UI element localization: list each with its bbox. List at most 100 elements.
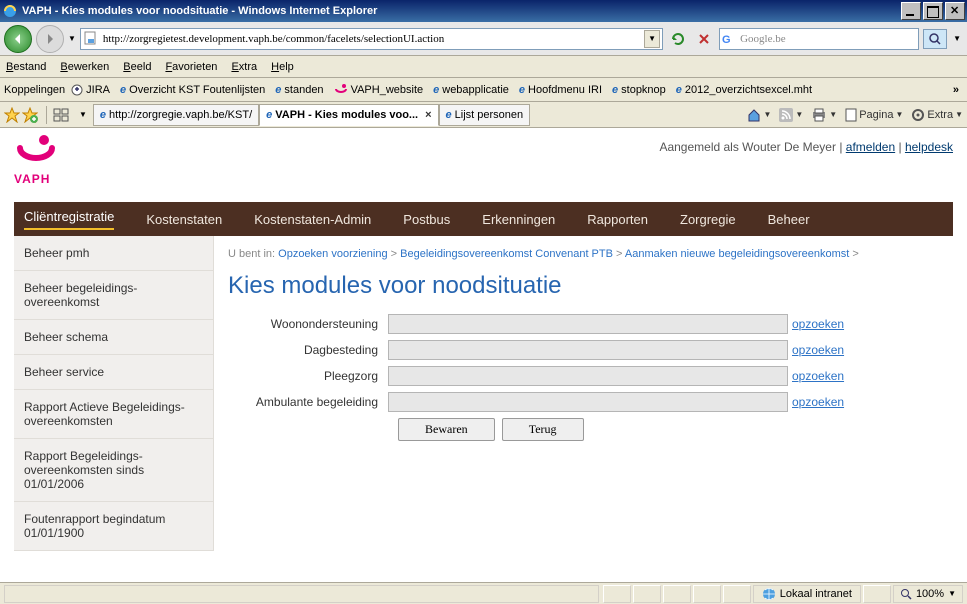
add-favorite-icon[interactable]: [22, 107, 38, 123]
link-2012-overzichtsexcel-mht[interactable]: e2012_overzichtsexcel.mht: [676, 84, 812, 96]
link-overzicht-kst-foutenlijsten[interactable]: eOverzicht KST Foutenlijsten: [120, 84, 265, 96]
security-zone[interactable]: Lokaal intranet: [753, 585, 861, 603]
sidebar-item-2[interactable]: Beheer schema: [14, 320, 213, 355]
intranet-icon: [762, 587, 776, 601]
refresh-button[interactable]: [667, 28, 689, 50]
links-toolbar: Koppelingen JIRAeOverzicht KST Foutenlij…: [0, 78, 967, 102]
menu-help[interactable]: Help: [271, 61, 294, 73]
lookup-link-1[interactable]: opzoeken: [792, 343, 844, 357]
ie-icon: [2, 3, 18, 19]
stop-button[interactable]: [693, 28, 715, 50]
search-box[interactable]: G: [719, 28, 919, 50]
vaph-icon: [334, 84, 348, 96]
field-input-1[interactable]: [388, 340, 788, 360]
menu-favorieten[interactable]: Favorieten: [165, 61, 217, 73]
field-label-3: Ambulante begeleiding: [228, 395, 388, 409]
print-button[interactable]: ▼: [811, 108, 837, 122]
lookup-link-0[interactable]: opzoeken: [792, 317, 844, 331]
minimize-button[interactable]: [901, 2, 921, 20]
quick-tabs-dropdown[interactable]: ▼: [75, 110, 91, 119]
sidebar-item-6[interactable]: Foutenrapport begindatum 01/01/1900: [14, 502, 213, 551]
links-overflow[interactable]: »: [949, 84, 963, 96]
forward-button[interactable]: [36, 25, 64, 53]
nav-rapporten[interactable]: Rapporten: [587, 212, 648, 227]
main-nav: Cliëntregistratie Kostenstaten Kostenstate…: [14, 202, 953, 236]
search-dropdown[interactable]: ▼: [951, 34, 963, 43]
field-input-3[interactable]: [388, 392, 788, 412]
restore-button[interactable]: [923, 2, 943, 20]
search-input[interactable]: [736, 33, 918, 45]
menu-extra[interactable]: Extra: [231, 61, 257, 73]
nav-cliëntregistratie[interactable]: Cliëntregistratie: [24, 209, 114, 230]
page-icon: [83, 31, 99, 47]
menu-beeld[interactable]: Beeld: [123, 61, 151, 73]
nav-zorgregie[interactable]: Zorgregie: [680, 212, 736, 227]
tab-0[interactable]: ehttp://zorgregie.vaph.be/KST/: [93, 104, 259, 126]
favorites-star-icon[interactable]: [4, 107, 20, 123]
feeds-button[interactable]: ▼: [779, 108, 803, 122]
tab-bar: ▼ ehttp://zorgregie.vaph.be/KST/eVAPH - …: [0, 102, 967, 128]
field-input-0[interactable]: [388, 314, 788, 334]
breadcrumb: U bent in: Opzoeken voorziening > Begele…: [228, 248, 939, 260]
address-bar[interactable]: ▼: [80, 28, 663, 50]
menubar: Bestand Bewerken Beeld Favorieten Extra Help: [0, 56, 967, 78]
field-label-0: Woonondersteuning: [228, 317, 388, 331]
link-hoofdmenu-iri[interactable]: eHoofdmenu IRI: [519, 84, 602, 96]
svg-text:G: G: [722, 34, 731, 45]
page-title: Kies modules voor noodsituatie: [228, 272, 939, 300]
zoom-icon: [900, 588, 912, 600]
field-input-2[interactable]: [388, 366, 788, 386]
page-content: VAPH Aangemeld als Wouter De Meyer | afm…: [0, 128, 967, 582]
tools-menu[interactable]: Extra ▼: [911, 108, 963, 122]
link-webapplicatie[interactable]: ewebapplicatie: [433, 84, 509, 96]
helpdesk-link[interactable]: helpdesk: [905, 140, 953, 154]
address-dropdown[interactable]: ▼: [644, 30, 660, 48]
home-button[interactable]: ▼: [747, 108, 771, 122]
chevron-down-icon[interactable]: ▼: [68, 34, 76, 43]
sidebar-item-4[interactable]: Rapport Actieve Begeleidings-overeenkoms…: [14, 390, 213, 439]
page-menu[interactable]: Pagina ▼: [845, 108, 903, 122]
link-vaph-website[interactable]: VAPH_website: [334, 84, 424, 96]
page-viewport: VAPH Aangemeld als Wouter De Meyer | afm…: [0, 128, 967, 582]
menu-bestand[interactable]: Bestand: [6, 61, 46, 73]
back-button-form[interactable]: Terug: [502, 418, 584, 441]
nav-kostenstaten[interactable]: Kostenstaten: [146, 212, 222, 227]
field-label-1: Dagbesteding: [228, 343, 388, 357]
lookup-link-2[interactable]: opzoeken: [792, 369, 844, 383]
menu-bewerken[interactable]: Bewerken: [60, 61, 109, 73]
status-bar: Lokaal intranet 100% ▼: [0, 582, 967, 604]
link-jira[interactable]: JIRA: [71, 84, 110, 96]
page-icon: e: [446, 109, 452, 121]
status-text: [4, 585, 599, 603]
link-stopknop[interactable]: estopknop: [612, 84, 666, 96]
link-standen[interactable]: estanden: [275, 84, 323, 96]
back-button[interactable]: [4, 25, 32, 53]
close-button[interactable]: [945, 2, 965, 20]
ie-icon: e: [519, 84, 525, 96]
window-titlebar: VAPH - Kies modules voor noodsituatie - …: [0, 0, 967, 22]
tab-close-icon[interactable]: ×: [425, 109, 431, 121]
nav-postbus[interactable]: Postbus: [403, 212, 450, 227]
breadcrumb-link-2[interactable]: Aanmaken nieuwe begeleidingsovereenkomst: [625, 248, 849, 260]
login-info: Aangemeld als Wouter De Meyer | afmelden…: [659, 134, 953, 154]
quick-tabs-icon[interactable]: [49, 107, 73, 123]
nav-beheer[interactable]: Beheer: [768, 212, 810, 227]
zoom-control[interactable]: 100% ▼: [893, 585, 963, 603]
tab-2[interactable]: eLijst personen: [439, 104, 531, 126]
sidebar-item-5[interactable]: Rapport Begeleidings-overeenkomsten sind…: [14, 439, 213, 502]
sidebar-item-0[interactable]: Beheer pmh: [14, 236, 213, 271]
address-input[interactable]: [101, 32, 644, 46]
search-button[interactable]: [923, 29, 947, 49]
sidebar-item-1[interactable]: Beheer begeleidings-overeenkomst: [14, 271, 213, 320]
tab-1[interactable]: eVAPH - Kies modules voo...×: [259, 104, 438, 126]
nav-erkenningen[interactable]: Erkenningen: [482, 212, 555, 227]
ie-icon: e: [676, 84, 682, 96]
logout-link[interactable]: afmelden: [846, 140, 895, 154]
sidebar-item-3[interactable]: Beheer service: [14, 355, 213, 390]
nav-kostenstaten-admin[interactable]: Kostenstaten-Admin: [254, 212, 371, 227]
breadcrumb-link-0[interactable]: Opzoeken voorziening: [278, 248, 387, 260]
sidebar: Beheer pmhBeheer begeleidings-overeenkom…: [14, 236, 214, 551]
save-button[interactable]: Bewaren: [398, 418, 495, 441]
lookup-link-3[interactable]: opzoeken: [792, 395, 844, 409]
breadcrumb-link-1[interactable]: Begeleidingsovereenkomst Convenant PTB: [400, 248, 613, 260]
